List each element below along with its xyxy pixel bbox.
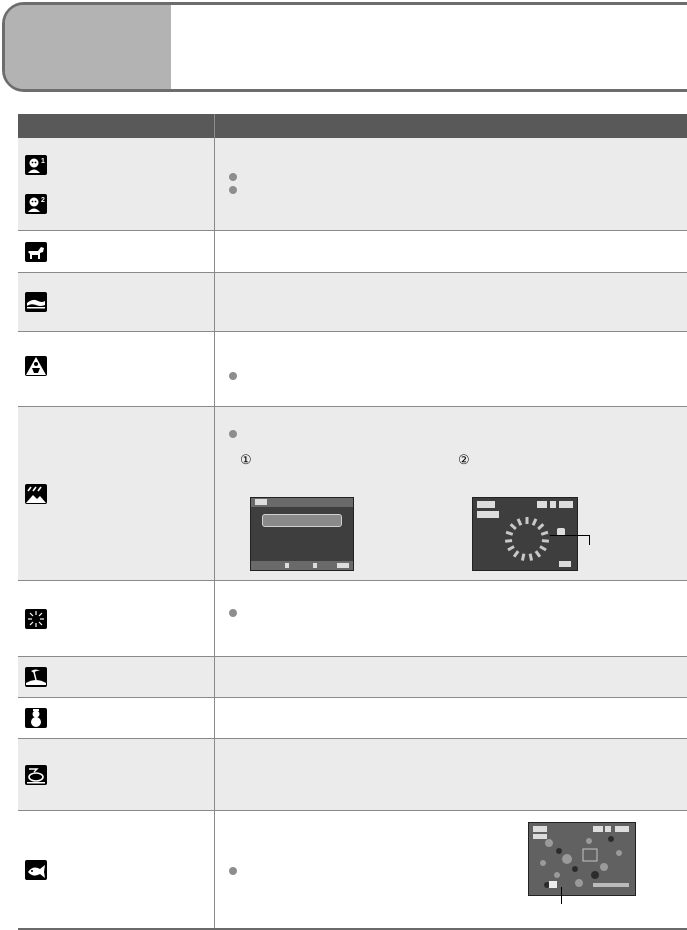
pointer-line <box>589 535 590 545</box>
table-row-beach <box>18 657 687 698</box>
step-1-marker: ① <box>240 452 252 467</box>
pet-icon <box>25 242 47 262</box>
table-row-sunset <box>18 273 687 332</box>
pointer-line <box>550 535 590 536</box>
table-row-baby: 1 2 <box>18 138 687 231</box>
table-header-scene <box>18 114 215 138</box>
quality-indicator <box>550 501 556 508</box>
starry-sky-menu-screen <box>250 497 354 571</box>
menu-cancel-icon <box>559 561 571 567</box>
table-row-snow <box>18 698 687 739</box>
mode-indicator <box>477 501 495 508</box>
table-row-pet <box>18 231 687 273</box>
table-row-aerial-photo <box>18 739 687 811</box>
bullet-point <box>229 186 237 194</box>
exposure-time-field[interactable] <box>262 514 342 527</box>
table-row-starry-sky: ① ② <box>18 407 687 581</box>
high-sensitivity-icon <box>25 356 47 376</box>
bullet-point <box>229 173 237 181</box>
table-row-underwater <box>18 811 687 930</box>
page-header <box>0 0 687 98</box>
left-arrow-icon <box>285 563 289 568</box>
underwater-preview-screen <box>528 822 636 896</box>
beach-icon <box>25 667 47 687</box>
aerial-photo-icon <box>25 765 47 785</box>
sunset-icon <box>25 292 47 312</box>
table-row-high-sensitivity <box>18 332 687 407</box>
countdown-ring <box>504 517 550 561</box>
bullet-point <box>229 867 237 875</box>
fireworks-icon <box>25 609 47 629</box>
baby-2-icon: 2 <box>25 194 47 214</box>
bullet-point <box>229 372 237 380</box>
bullet-point <box>229 609 237 617</box>
starry-sky-countdown-screen <box>472 497 578 571</box>
battery-icon <box>559 501 573 508</box>
table-header <box>18 114 687 138</box>
up-down-arrow-icon <box>313 563 317 568</box>
scene-indicator <box>255 499 267 505</box>
size-indicator <box>537 501 547 508</box>
underwater-scene <box>529 823 635 895</box>
bullet-point <box>229 430 237 438</box>
snow-icon <box>25 708 47 728</box>
baby-1-icon: 1 <box>25 155 47 175</box>
table-row-fireworks <box>18 581 687 657</box>
menu-set-icon <box>337 563 349 568</box>
underwater-icon <box>25 860 47 880</box>
step-2-marker: ② <box>458 452 470 467</box>
stabilizer-indicator <box>477 511 499 518</box>
starry-sky-icon <box>25 484 47 504</box>
pointer-line <box>561 887 562 904</box>
header-tab <box>5 5 171 89</box>
svg-text:1: 1 <box>41 158 45 165</box>
svg-text:2: 2 <box>41 197 45 204</box>
